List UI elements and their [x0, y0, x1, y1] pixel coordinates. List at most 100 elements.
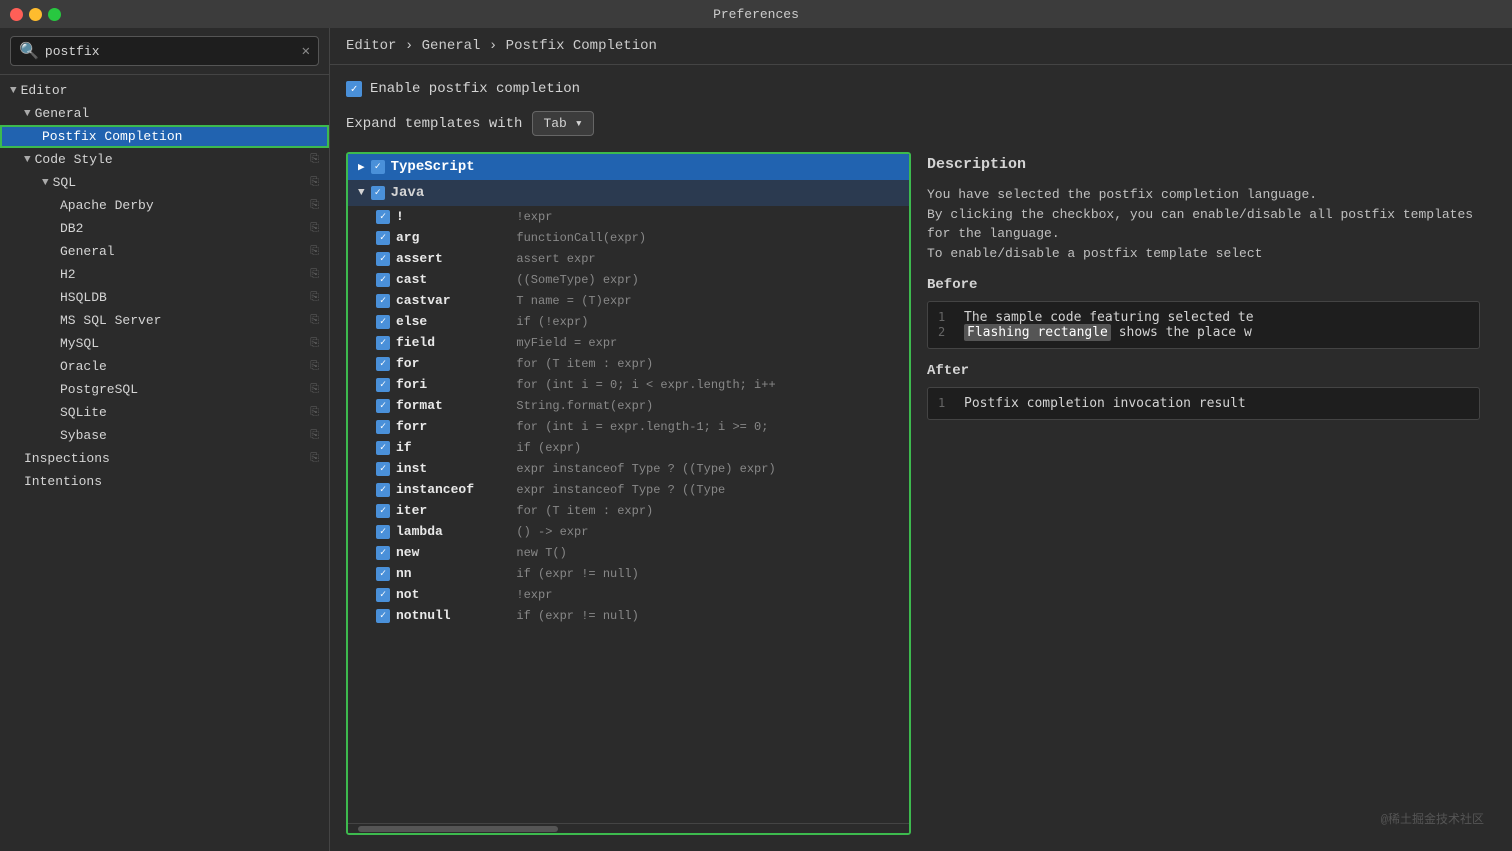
- template-item-format[interactable]: ✓ format String.format(expr): [348, 395, 909, 416]
- sidebar-item-postfix-completion[interactable]: Postfix Completion: [0, 125, 329, 148]
- sidebar-item-sql[interactable]: ▼ SQL ⎘: [0, 171, 329, 194]
- template-item-not[interactable]: ✓ not !expr: [348, 584, 909, 605]
- copy-icon[interactable]: ⎘: [310, 407, 319, 419]
- template-checkbox[interactable]: ✓: [376, 252, 390, 266]
- lang-row-typescript[interactable]: ▶ ✓ TypeScript: [348, 154, 909, 180]
- sidebar-item-hsqldb[interactable]: HSQLDB ⎘: [0, 286, 329, 309]
- template-item-cast[interactable]: ✓ cast ((SomeType) expr): [348, 269, 909, 290]
- template-item-nn[interactable]: ✓ nn if (expr != null): [348, 563, 909, 584]
- sidebar-item-h2[interactable]: H2 ⎘: [0, 263, 329, 286]
- sidebar-item-general[interactable]: ▼ General: [0, 102, 329, 125]
- template-item-if[interactable]: ✓ if if (expr): [348, 437, 909, 458]
- sidebar-item-code-style[interactable]: ▼ Code Style ⎘: [0, 148, 329, 171]
- copy-icon[interactable]: ⎘: [310, 200, 319, 212]
- before-label: Before: [927, 277, 1480, 293]
- template-item-new[interactable]: ✓ new new T(): [348, 542, 909, 563]
- template-checkbox[interactable]: ✓: [376, 357, 390, 371]
- copy-icon[interactable]: ⎘: [310, 430, 319, 442]
- template-item-for[interactable]: ✓ for for (T item : expr): [348, 353, 909, 374]
- template-item-arg[interactable]: ✓ arg functionCall(expr): [348, 227, 909, 248]
- copy-icon[interactable]: ⎘: [310, 361, 319, 373]
- template-checkbox[interactable]: ✓: [376, 546, 390, 560]
- template-checkbox[interactable]: ✓: [376, 294, 390, 308]
- sidebar-item-editor[interactable]: ▼ Editor: [0, 79, 329, 102]
- template-item-inst[interactable]: ✓ inst expr instanceof Type ? ((Type) ex…: [348, 458, 909, 479]
- search-icon: 🔍: [19, 41, 39, 61]
- copy-icon[interactable]: ⎘: [310, 384, 319, 396]
- copy-icon[interactable]: ⎘: [310, 338, 319, 350]
- sidebar-item-intentions[interactable]: Intentions: [0, 470, 329, 493]
- lang-checkbox-java[interactable]: ✓: [371, 186, 385, 200]
- template-checkbox[interactable]: ✓: [376, 462, 390, 476]
- sidebar-item-oracle[interactable]: Oracle ⎘: [0, 355, 329, 378]
- template-name: notnull: [396, 608, 496, 623]
- copy-icon[interactable]: ⎘: [310, 223, 319, 235]
- copy-icon[interactable]: ⎘: [310, 177, 319, 189]
- sidebar-item-general-sql[interactable]: General ⎘: [0, 240, 329, 263]
- template-checkbox[interactable]: ✓: [376, 336, 390, 350]
- lang-row-java[interactable]: ▼ ✓ Java: [348, 180, 909, 206]
- template-checkbox[interactable]: ✓: [376, 609, 390, 623]
- template-item-notnull[interactable]: ✓ notnull if (expr != null): [348, 605, 909, 626]
- code-line-1: 1 The sample code featuring selected te: [938, 310, 1469, 325]
- templates-hscroll-thumb[interactable]: [358, 826, 558, 832]
- lang-checkbox-typescript[interactable]: ✓: [371, 160, 385, 174]
- template-item-iter[interactable]: ✓ iter for (T item : expr): [348, 500, 909, 521]
- sidebar-item-postgresql[interactable]: PostgreSQL ⎘: [0, 378, 329, 401]
- close-button[interactable]: [10, 8, 23, 21]
- copy-icon[interactable]: ⎘: [310, 453, 319, 465]
- sidebar-item-ms-sql-server[interactable]: MS SQL Server ⎘: [0, 309, 329, 332]
- copy-icon[interactable]: ⎘: [310, 154, 319, 166]
- template-checkbox[interactable]: ✓: [376, 588, 390, 602]
- template-name: instanceof: [396, 482, 496, 497]
- sidebar-item-inspections[interactable]: Inspections ⎘: [0, 447, 329, 470]
- template-checkbox[interactable]: ✓: [376, 315, 390, 329]
- template-name: nn: [396, 566, 496, 581]
- right-panel: Editor › General › Postfix Completion ✓ …: [330, 28, 1512, 851]
- template-item-fori[interactable]: ✓ fori for (int i = 0; i < expr.length; …: [348, 374, 909, 395]
- template-checkbox[interactable]: ✓: [376, 504, 390, 518]
- template-checkbox[interactable]: ✓: [376, 210, 390, 224]
- template-checkbox[interactable]: ✓: [376, 567, 390, 581]
- maximize-button[interactable]: [48, 8, 61, 21]
- copy-icon[interactable]: ⎘: [310, 315, 319, 327]
- sidebar-item-label: MS SQL Server: [60, 313, 161, 328]
- window-controls: [10, 8, 61, 21]
- template-checkbox[interactable]: ✓: [376, 231, 390, 245]
- description-panel: Description You have selected the postfi…: [911, 152, 1496, 835]
- template-item-forr[interactable]: ✓ forr for (int i = expr.length-1; i >= …: [348, 416, 909, 437]
- template-checkbox[interactable]: ✓: [376, 399, 390, 413]
- template-item-assert[interactable]: ✓ assert assert expr: [348, 248, 909, 269]
- template-item-excl[interactable]: ✓ ! !expr: [348, 206, 909, 227]
- template-checkbox[interactable]: ✓: [376, 441, 390, 455]
- template-checkbox[interactable]: ✓: [376, 525, 390, 539]
- code-line-2: 2 Flashing rectangle shows the place w: [938, 325, 1469, 340]
- minimize-button[interactable]: [29, 8, 42, 21]
- template-item-instanceof[interactable]: ✓ instanceof expr instanceof Type ? ((Ty…: [348, 479, 909, 500]
- copy-icon[interactable]: ⎘: [310, 292, 319, 304]
- template-checkbox[interactable]: ✓: [376, 273, 390, 287]
- expand-dropdown[interactable]: Tab ▾: [532, 111, 593, 136]
- template-checkbox[interactable]: ✓: [376, 420, 390, 434]
- sidebar-item-db2[interactable]: DB2 ⎘: [0, 217, 329, 240]
- lang-name-java: Java: [391, 185, 425, 201]
- template-item-else[interactable]: ✓ else if (!expr): [348, 311, 909, 332]
- search-clear-button[interactable]: ✕: [302, 43, 310, 60]
- sidebar-item-label: MySQL: [60, 336, 99, 351]
- sidebar-item-label: PostgreSQL: [60, 382, 138, 397]
- copy-icon[interactable]: ⎘: [310, 246, 319, 258]
- template-item-castvar[interactable]: ✓ castvar T name = (T)expr: [348, 290, 909, 311]
- breadcrumb-editor: Editor: [346, 38, 396, 54]
- template-checkbox[interactable]: ✓: [376, 378, 390, 392]
- template-item-lambda[interactable]: ✓ lambda () -> expr: [348, 521, 909, 542]
- copy-icon[interactable]: ⎘: [310, 269, 319, 281]
- sidebar-item-mysql[interactable]: MySQL ⎘: [0, 332, 329, 355]
- sidebar-item-sqlite[interactable]: SQLite ⎘: [0, 401, 329, 424]
- sidebar-item-sybase[interactable]: Sybase ⎘: [0, 424, 329, 447]
- window-title: Preferences: [713, 7, 799, 22]
- template-checkbox[interactable]: ✓: [376, 483, 390, 497]
- enable-checkbox[interactable]: ✓: [346, 81, 362, 97]
- search-input[interactable]: [45, 44, 296, 59]
- sidebar-item-apache-derby[interactable]: Apache Derby ⎘: [0, 194, 329, 217]
- template-item-field[interactable]: ✓ field myField = expr: [348, 332, 909, 353]
